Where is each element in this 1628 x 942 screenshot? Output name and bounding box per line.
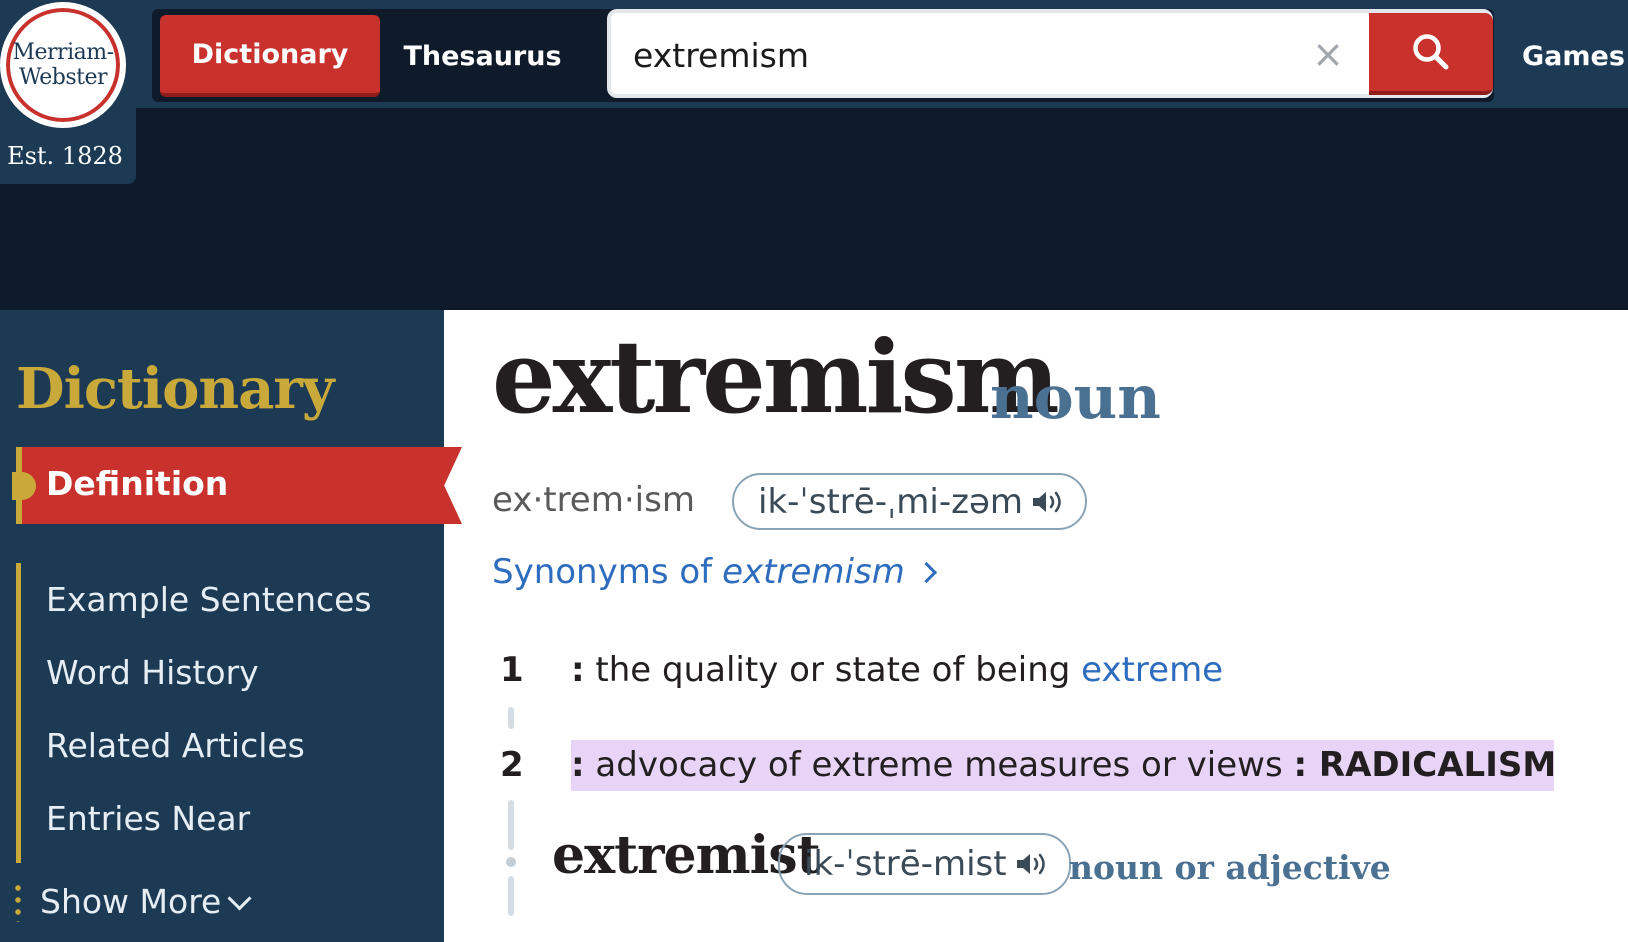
pronunciation-button[interactable]: ik-ˈstrē-ˌmi-zəm xyxy=(732,473,1088,530)
speaker-icon xyxy=(1016,853,1045,875)
sidebar-show-more[interactable]: Show More xyxy=(40,882,252,921)
logo-established: Est. 1828 xyxy=(7,142,123,170)
synonym-cross-reference[interactable]: RADICALISM xyxy=(1307,745,1556,785)
header-ad-band xyxy=(0,108,1628,310)
search-input[interactable] xyxy=(631,25,1235,85)
logo-tab[interactable]: Merriam- Webster Est. 1828 xyxy=(0,0,136,184)
sidebar-title: Dictionary xyxy=(16,356,334,422)
sidebar-item-related-articles[interactable]: Related Articles xyxy=(46,726,305,765)
synonyms-link-prefix: Synonyms of xyxy=(492,552,713,592)
search-button[interactable] xyxy=(1369,13,1493,95)
sidebar-item-entries-near[interactable]: Entries Near xyxy=(46,799,250,838)
synonyms-link[interactable]: Synonyms of extremism xyxy=(492,552,937,592)
runon-bullet xyxy=(506,857,516,867)
sidebar-show-more-label: Show More xyxy=(40,882,222,921)
logo-text-line2: Webster xyxy=(18,65,108,90)
sense-number-1: 1 xyxy=(500,650,524,690)
sidebar-rail xyxy=(16,563,21,863)
synonym-colon: : xyxy=(1293,745,1308,785)
sense-colon: : xyxy=(571,650,585,690)
chevron-right-icon xyxy=(915,561,937,583)
runon-part-of-speech[interactable]: noun or adjective xyxy=(1069,848,1391,887)
sense-colon: : xyxy=(571,745,585,785)
sense-text: the quality or state of being xyxy=(584,650,1082,690)
sense-connector xyxy=(508,707,514,729)
sense-text: advocacy of extreme measures or views xyxy=(584,745,1294,785)
syllables: ex·trem·ism xyxy=(492,480,695,520)
runon-pronunciation-button[interactable]: ik-ˈstrē-mist xyxy=(778,833,1071,895)
sense-definition-2: : advocacy of extreme measures or views … xyxy=(571,745,1556,785)
search-box: × xyxy=(607,9,1493,98)
sidebar: Dictionary Definition Example Sentences … xyxy=(0,310,462,942)
cross-reference-link[interactable]: extreme xyxy=(1081,650,1223,690)
nav-games-link[interactable]: Games xyxy=(1522,15,1628,97)
nav-dictionary-button[interactable]: Dictionary xyxy=(160,15,380,97)
sidebar-item-example-sentences[interactable]: Example Sentences xyxy=(46,580,372,619)
sense-connector xyxy=(508,876,514,916)
sense-number-2: 2 xyxy=(500,745,524,785)
sidebar-item-definition-label[interactable]: Definition xyxy=(46,464,228,503)
sense-connector xyxy=(508,800,514,850)
speaker-icon xyxy=(1033,491,1061,512)
sidebar-item-word-history[interactable]: Word History xyxy=(46,653,259,692)
logo-seal[interactable]: Merriam- Webster xyxy=(0,2,126,128)
synonyms-link-word: extremism xyxy=(722,552,905,592)
search-icon xyxy=(1413,34,1449,70)
part-of-speech[interactable]: noun xyxy=(990,363,1161,433)
chevron-down-icon xyxy=(227,886,252,911)
headword: extremism xyxy=(492,318,1060,436)
logo-text-line1: Merriam- xyxy=(12,40,114,65)
runon-pronunciation-text: ik-ˈstrē-mist xyxy=(804,844,1007,884)
nav-thesaurus-button[interactable]: Thesaurus xyxy=(395,15,570,97)
sidebar-more-dots xyxy=(15,882,21,922)
pronunciation-text: ik-ˈstrē-ˌmi-zəm xyxy=(758,481,1024,522)
close-icon[interactable]: × xyxy=(1303,29,1353,79)
sense-definition-1: : the quality or state of being extreme xyxy=(571,650,1223,690)
